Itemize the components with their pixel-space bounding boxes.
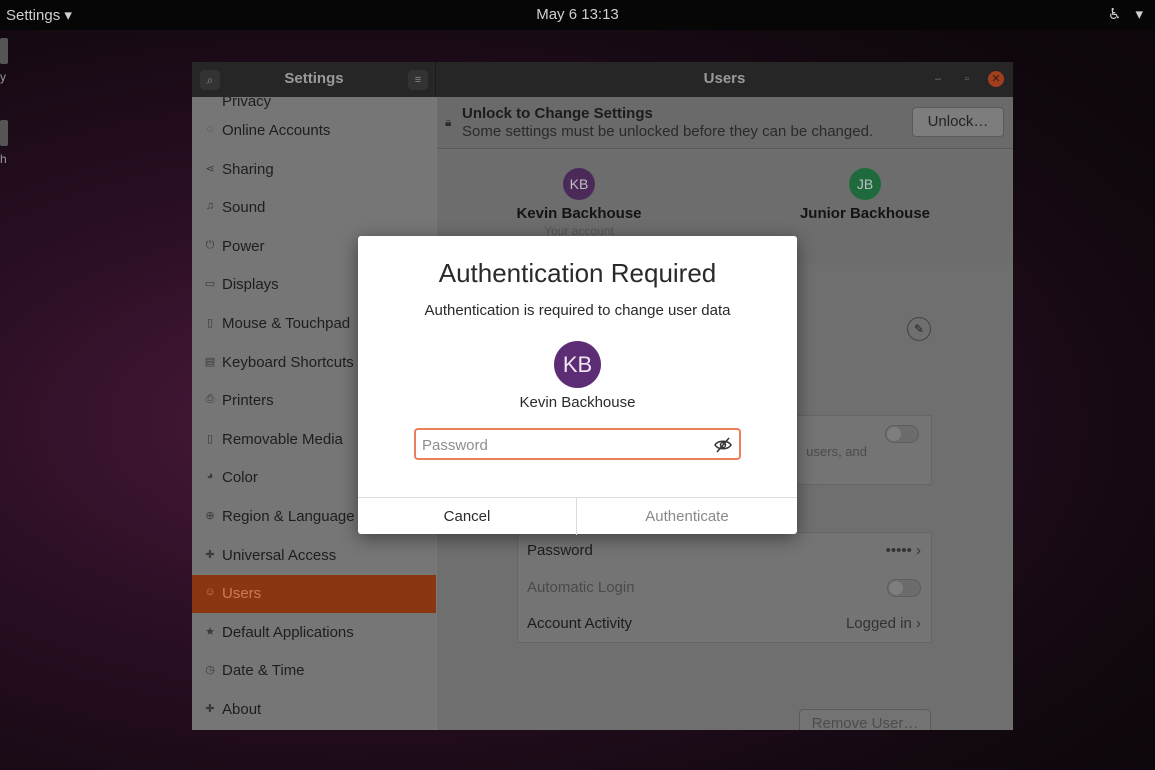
- sidebar-item-label: Sound: [222, 199, 266, 217]
- maximize-icon[interactable]: ▫: [959, 71, 975, 87]
- row-label: Password: [527, 542, 593, 559]
- sidebar-item-label: Printers: [222, 392, 274, 410]
- window-header: ⌕ Settings ≡ Users – ▫ ✕: [192, 62, 1013, 97]
- user-card-kevin[interactable]: KB Kevin Backhouse Your account: [469, 168, 689, 238]
- printers-icon: ⎙: [205, 393, 215, 406]
- dock-label: y: [0, 70, 6, 84]
- region-language-icon: ⊕: [205, 510, 215, 522]
- admin-toggle[interactable]: [885, 425, 919, 443]
- panel-title: Users: [703, 70, 746, 87]
- password-field: [414, 428, 741, 460]
- dialog-title: Authentication Required: [438, 258, 717, 288]
- sidebar-item-label: Displays: [222, 276, 279, 294]
- user-name: Junior Backhouse: [799, 205, 931, 222]
- sidebar-item-label: Color: [222, 469, 258, 487]
- sidebar-item-default-applications[interactable]: ★ Default Applications: [192, 614, 436, 652]
- hamburger-menu-icon[interactable]: ≡: [408, 70, 428, 90]
- sidebar-item-sharing[interactable]: ⋖ Sharing: [192, 151, 436, 189]
- admin-description: users, and: [806, 444, 867, 459]
- dock-label: h: [0, 152, 7, 166]
- date-time-icon: ◷: [205, 664, 215, 677]
- sidebar-item-label: Users: [222, 585, 262, 603]
- sharing-icon: ⋖: [205, 162, 215, 175]
- sidebar-item-about[interactable]: ✚ About: [192, 691, 436, 729]
- password-row[interactable]: Password ••••• ›: [518, 533, 931, 570]
- dock-icon[interactable]: [0, 120, 8, 146]
- avatar: JB: [849, 168, 881, 200]
- clock[interactable]: May 6 13:13: [0, 6, 1155, 23]
- authenticate-button[interactable]: Authenticate: [577, 498, 797, 535]
- displays-icon: ▭: [204, 278, 216, 291]
- power-icon: ⏻: [205, 238, 215, 251]
- sidebar-item-label: Mouse & Touchpad: [222, 315, 351, 332]
- dock-icon[interactable]: [0, 38, 8, 64]
- row-label: Account Activity: [527, 615, 633, 632]
- sound-icon: ♫: [205, 200, 215, 213]
- sidebar-item-label: Keyboard Shortcuts: [222, 353, 354, 371]
- users-icon: ☺: [204, 586, 216, 599]
- sidebar-item-label: Sharing: [222, 160, 274, 178]
- removable-media-icon: ▯: [206, 432, 214, 445]
- sidebar-item-online-accounts[interactable]: ◌ Online Accounts: [192, 112, 436, 150]
- sidebar-item-label: About: [222, 701, 262, 718]
- sidebar-item-label: Default Applications: [222, 623, 354, 641]
- unlock-subtitle: Some settings must be unlocked before th…: [462, 123, 874, 140]
- default-applications-icon: ★: [205, 625, 215, 638]
- password-input[interactable]: [422, 435, 702, 455]
- dialog-button-bar: Cancel Authenticate: [358, 497, 797, 535]
- remove-user-button[interactable]: Remove User…: [799, 709, 931, 730]
- account-activity-row[interactable]: Account Activity Logged in ›: [518, 606, 931, 643]
- dialog-user-name: Kevin Backhouse: [519, 394, 636, 411]
- online-accounts-icon: ◌: [206, 123, 214, 135]
- keyboard-shortcuts-icon: ▤: [204, 355, 216, 368]
- sidebar-item-label: Privacy: [222, 97, 272, 110]
- unlock-bar: 🔒︎ Unlock to Change Settings Some settin…: [437, 97, 1013, 149]
- about-icon: ✚: [205, 703, 215, 715]
- eye-slash-icon[interactable]: [714, 436, 732, 454]
- sidebar-item-universal-access[interactable]: ✚ Universal Access: [192, 537, 436, 575]
- mouse-touchpad-icon: ▯: [206, 317, 214, 329]
- sidebar-item-label: Universal Access: [222, 546, 337, 564]
- system-tray[interactable]: ♿ ▾: [1098, 5, 1143, 23]
- sidebar-item-label: Removable Media: [222, 430, 343, 448]
- sidebar-item-label: Online Accounts: [222, 122, 331, 139]
- close-icon[interactable]: ✕: [988, 71, 1004, 87]
- sidebar-item-label: Date & Time: [222, 662, 305, 680]
- row-value: Logged in ›: [845, 615, 921, 632]
- user-card-junior[interactable]: JB Junior Backhouse: [755, 168, 975, 222]
- sidebar-item-label: Region & Language: [222, 508, 355, 525]
- minimize-icon[interactable]: –: [930, 71, 946, 87]
- unlock-title: Unlock to Change Settings: [462, 105, 653, 122]
- row-value: ••••• ›: [885, 542, 921, 559]
- avatar: KB: [563, 168, 595, 200]
- automatic-login-toggle[interactable]: [887, 579, 921, 597]
- account-settings-list: Password ••••• › Automatic Login Account…: [517, 532, 932, 643]
- edit-icon[interactable]: ✎: [907, 317, 931, 341]
- sidebar-title: Settings: [284, 70, 344, 87]
- avatar: KB: [554, 341, 601, 388]
- automatic-login-row[interactable]: Automatic Login: [518, 570, 931, 607]
- dialog-message: Authentication is required to change use…: [424, 302, 731, 319]
- chevron-down-icon[interactable]: ▾: [1135, 6, 1143, 23]
- accessibility-icon[interactable]: ♿: [1108, 6, 1121, 23]
- top-bar: Settings ▾ May 6 13:13 ♿ ▾: [0, 0, 1155, 30]
- authentication-dialog: Authentication Required Authentication i…: [358, 236, 797, 535]
- sidebar-header: ⌕ Settings ≡: [192, 62, 436, 97]
- sidebar-item-label: Power: [222, 237, 265, 255]
- user-name: Kevin Backhouse: [516, 205, 642, 222]
- universal-access-icon: ✚: [205, 548, 215, 561]
- lock-icon: 🔒︎: [445, 115, 452, 129]
- sidebar-item-sound[interactable]: ♫ Sound: [192, 189, 436, 227]
- cancel-button[interactable]: Cancel: [358, 498, 577, 535]
- unlock-button[interactable]: Unlock…: [912, 107, 1004, 137]
- color-icon: ◕: [206, 470, 214, 483]
- row-label: Automatic Login: [527, 579, 635, 596]
- sidebar-item-date-time[interactable]: ◷ Date & Time: [192, 652, 436, 690]
- sidebar-item-users[interactable]: ☺ Users: [192, 575, 436, 614]
